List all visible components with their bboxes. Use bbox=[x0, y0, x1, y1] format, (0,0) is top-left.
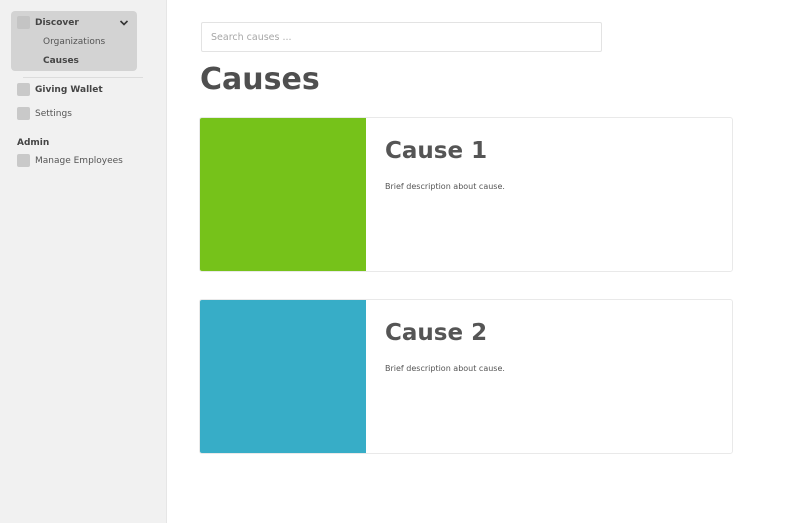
sidebar-item-settings[interactable]: Settings bbox=[35, 108, 72, 120]
chevron-down-icon[interactable] bbox=[119, 19, 129, 27]
cause-title[interactable]: Cause 1 bbox=[385, 135, 487, 167]
sidebar-item-manage-employees[interactable]: Manage Employees bbox=[35, 155, 123, 167]
sidebar-item-causes[interactable]: Causes bbox=[43, 55, 79, 67]
sidebar-item-organizations[interactable]: Organizations bbox=[43, 36, 105, 48]
sidebar-group-discover: Discover Organizations Causes bbox=[11, 11, 137, 71]
employees-square-icon bbox=[17, 154, 30, 167]
cause-title[interactable]: Cause 2 bbox=[385, 317, 487, 349]
settings-square-icon bbox=[17, 107, 30, 120]
sidebar: Discover Organizations Causes Giving Wal… bbox=[0, 0, 167, 523]
cause-card[interactable]: Cause 1 Brief description about cause. bbox=[199, 117, 733, 272]
page-title: Causes bbox=[200, 62, 320, 97]
sidebar-divider bbox=[23, 77, 143, 78]
sidebar-item-giving-wallet[interactable]: Giving Wallet bbox=[35, 84, 103, 96]
cause-image bbox=[200, 118, 366, 271]
wallet-square-icon bbox=[17, 83, 30, 96]
cause-description: Brief description about cause. bbox=[385, 364, 505, 373]
cause-card[interactable]: Cause 2 Brief description about cause. bbox=[199, 299, 733, 454]
discover-square-icon bbox=[17, 16, 30, 29]
sidebar-heading-admin: Admin bbox=[17, 138, 50, 148]
search-input[interactable] bbox=[201, 22, 602, 52]
sidebar-item-discover[interactable]: Discover bbox=[35, 17, 79, 29]
cause-description: Brief description about cause. bbox=[385, 182, 505, 191]
cause-image bbox=[200, 300, 366, 453]
